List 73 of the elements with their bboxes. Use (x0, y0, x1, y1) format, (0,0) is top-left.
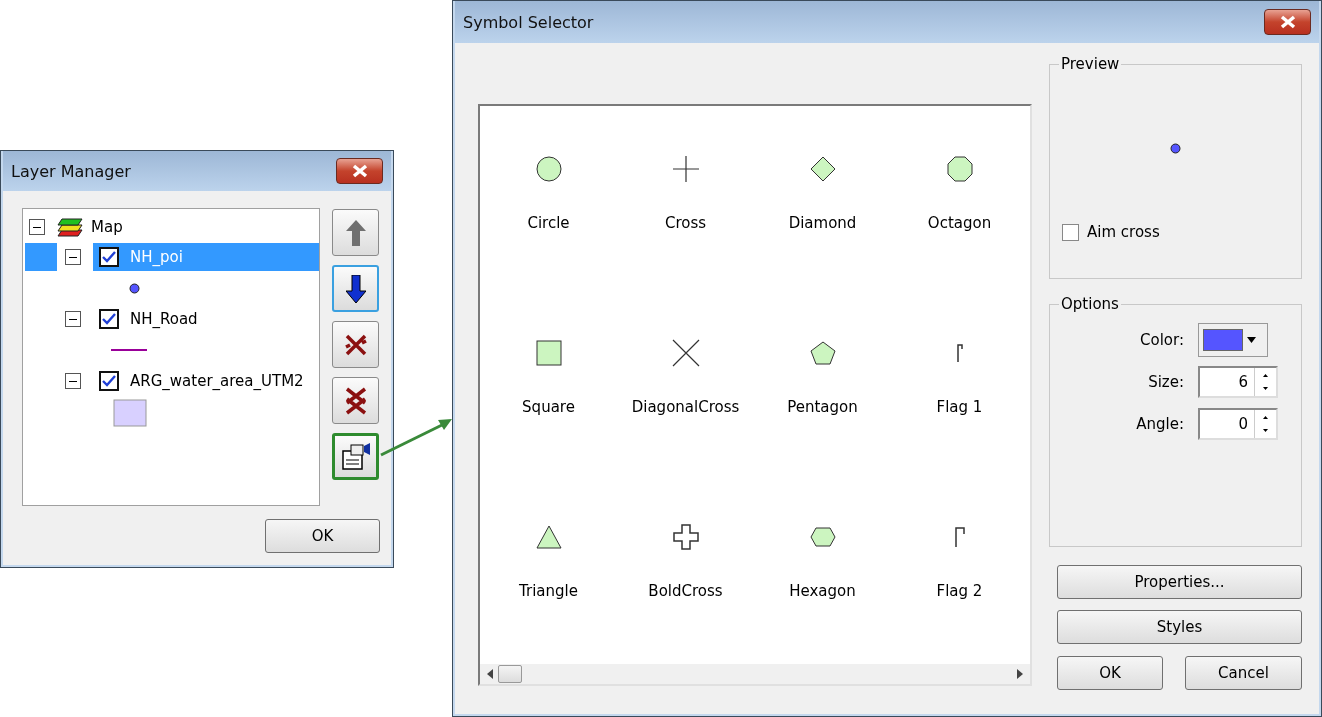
cancel-button[interactable]: Cancel (1185, 656, 1302, 690)
checkbox-label: Aim cross (1087, 223, 1160, 241)
close-button[interactable] (1264, 9, 1311, 35)
bold-cross-symbol (670, 522, 701, 552)
layer-checkbox[interactable] (99, 371, 119, 391)
collapse-toggle[interactable] (65, 249, 81, 265)
number-spinner[interactable]: 6 (1198, 366, 1278, 398)
ok-button[interactable]: OK (265, 519, 380, 553)
layer-row[interactable]: ARG_water_area_UTM2 (93, 367, 319, 395)
flag-symbol (956, 344, 963, 362)
down-arrow-icon (345, 274, 366, 303)
diagonal-cross-symbol (670, 338, 701, 368)
dropdown-caret-icon (1247, 337, 1256, 343)
collapse-toggle[interactable] (65, 311, 81, 327)
window-title: Layer Manager (11, 161, 131, 181)
symbol-name[interactable]: Circle (527, 214, 570, 232)
field-label: Angle: (1135, 415, 1184, 433)
square-symbol (533, 338, 564, 368)
toolbar-button[interactable] (332, 377, 379, 424)
symbol-name[interactable]: DiagonalCross (631, 398, 740, 416)
dialog-button[interactable]: Properties... (1057, 565, 1302, 599)
dialog-button[interactable]: Styles (1057, 610, 1302, 644)
checkmark-icon (102, 375, 116, 387)
toolbar-button[interactable] (332, 321, 379, 368)
x-mark-icon (343, 332, 368, 357)
layers-icon (57, 217, 83, 237)
properties-icon (340, 442, 371, 471)
symbol-name[interactable]: Flag 1 (936, 398, 983, 416)
symbol-name[interactable]: Cross (664, 214, 707, 232)
layer-name: NH_poi (130, 248, 183, 266)
double-x-mark-icon (343, 386, 368, 415)
cross-symbol (670, 154, 701, 184)
collapse-toggle[interactable] (29, 219, 45, 235)
scroll-left-icon[interactable] (486, 669, 494, 679)
group-title: Options (1060, 295, 1120, 313)
symbol-name[interactable]: BoldCross (648, 582, 723, 600)
toolbar-button[interactable] (332, 265, 379, 312)
circle-symbol (533, 154, 564, 184)
toolbar-button[interactable] (332, 433, 379, 480)
layer-checkbox[interactable] (99, 247, 119, 267)
layer-row[interactable]: NH_Road (93, 305, 319, 333)
field-label: Size: (1147, 373, 1184, 391)
horizontal-scrollbar[interactable] (480, 664, 1030, 684)
number-spinner[interactable]: 0 (1198, 408, 1278, 440)
symbol-name[interactable]: Square (522, 398, 575, 416)
flag-symbol (954, 527, 965, 547)
tree-node-label[interactable]: Map (91, 218, 123, 236)
up-arrow-icon (345, 219, 366, 246)
window-title: Symbol Selector (463, 12, 594, 32)
octagon-symbol (944, 154, 975, 184)
collapse-toggle[interactable] (65, 373, 81, 389)
close-button[interactable] (336, 158, 383, 184)
symbol-name[interactable]: Diamond (788, 214, 857, 232)
group-title: Preview (1060, 55, 1121, 73)
layer-name: NH_Road (130, 310, 198, 328)
symbol-name[interactable]: Flag 2 (936, 582, 983, 600)
symbol-name[interactable]: Triangle (519, 582, 578, 600)
close-icon (1278, 15, 1297, 29)
checkbox[interactable] (1062, 223, 1079, 241)
checkmark-icon (102, 251, 116, 263)
connector-arrow (380, 419, 452, 457)
checkmark-icon (102, 313, 116, 325)
symbol-name[interactable]: Hexagon (789, 582, 856, 600)
close-icon (350, 164, 369, 178)
scroll-right-icon[interactable] (1016, 669, 1024, 679)
scroll-thumb[interactable] (498, 665, 522, 683)
field-label: Color: (1139, 331, 1184, 349)
ok-button[interactable]: OK (1057, 656, 1163, 690)
layer-name: ARG_water_area_UTM2 (130, 372, 304, 390)
symbol-name[interactable]: Pentagon (787, 398, 858, 416)
layer-checkbox[interactable] (99, 309, 119, 329)
color-picker[interactable] (1198, 323, 1268, 357)
symbol-name[interactable]: Octagon (927, 214, 992, 232)
